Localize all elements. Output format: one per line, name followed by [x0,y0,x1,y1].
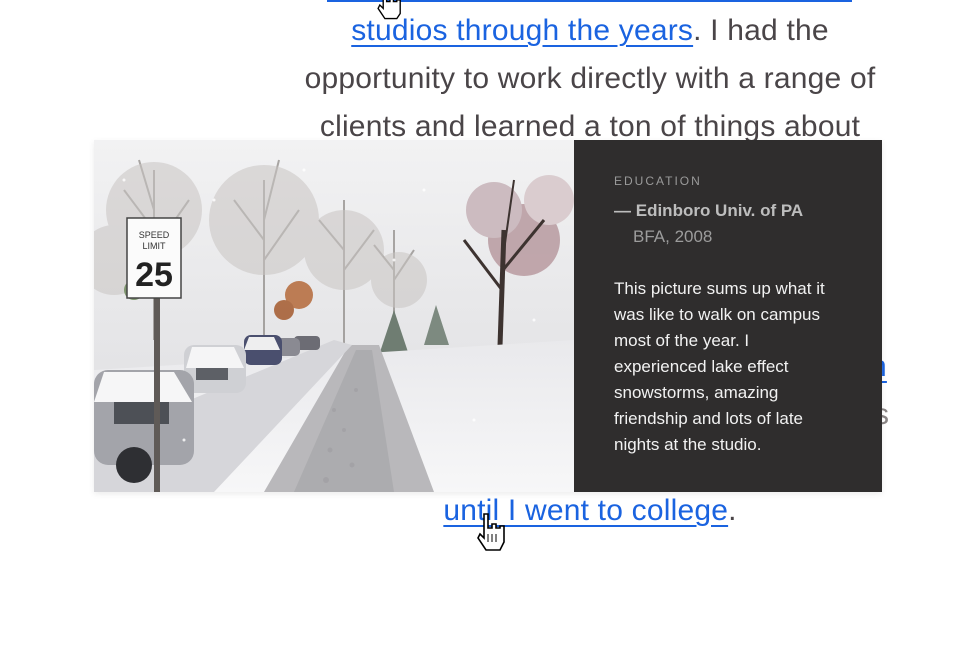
dash-glyph: — [614,201,631,220]
photo-description: This picture sums up what it was like to… [614,279,825,454]
paragraph-line: studios through the years. I had the [270,7,910,55]
education-eyebrow: EDUCATION [614,174,702,188]
sign-text-middle: LIMIT [142,241,166,251]
snowy-street-illustration: SPEED LIMIT 25 [94,140,574,492]
paragraph-text: . [728,494,737,527]
school-name-row: — Edinboro Univ. of PA [614,198,842,224]
education-info-panel: EDUCATION — Edinboro Univ. of PA BFA, 20… [574,140,882,492]
school-name: Edinboro Univ. of PA [635,201,804,220]
snowy-street-photo: SPEED LIMIT 25 [94,140,574,492]
paragraph-text: . I had the [693,14,829,47]
sign-text-top: SPEED [139,230,170,240]
hand-pointer-icon [377,0,401,20]
paragraph-line: until I went to college. [270,487,910,535]
sign-number: 25 [135,256,173,294]
education-hover-card: SPEED LIMIT 25 EDUCATION — Edinboro Univ… [94,140,882,492]
degree: BFA, 2008 [633,227,713,246]
hand-pointer-icon [477,513,505,551]
page: studios through the years. I had the opp… [0,0,960,672]
paragraph-line: opportunity to work directly with a rang… [304,62,876,95]
